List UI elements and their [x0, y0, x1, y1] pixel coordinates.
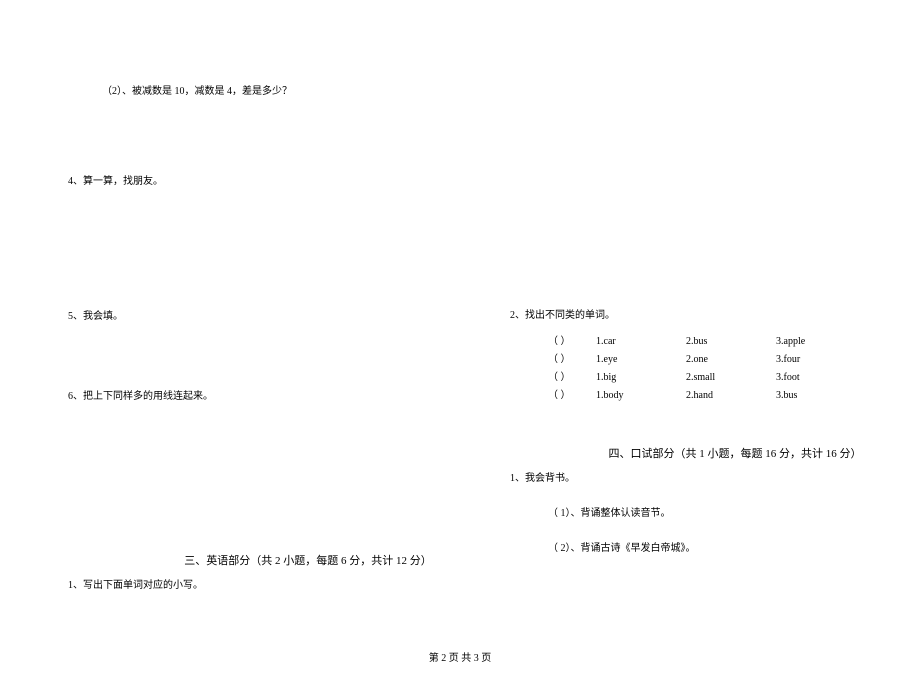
- word-cell: 2.small: [686, 369, 776, 387]
- section-4-q1-sub2: （ 2）、背诵古诗《早发白帝城》。: [548, 539, 910, 554]
- paren-cell: （ ）: [548, 351, 596, 369]
- paren-cell: （ ）: [548, 333, 596, 351]
- word-cell: 2.hand: [686, 387, 776, 405]
- word-cell: 1.eye: [596, 351, 686, 369]
- word-cell: 3.apple: [776, 333, 846, 351]
- paren-cell: （ ）: [548, 387, 596, 405]
- section-4-q1: 1、我会背书。: [510, 469, 910, 484]
- question-sub-2: （2）、被减数是 10，减数是 4，差是多少？: [102, 82, 468, 97]
- word-cell: 1.car: [596, 333, 686, 351]
- word-table: （ ） 1.car 2.bus 3.apple （ ） 1.eye 2.one …: [548, 333, 910, 405]
- section-3-q2: 2、找出不同类的单词。: [510, 306, 910, 321]
- question-5: 5、我会填。: [68, 307, 468, 322]
- section-3-header: 三、英语部分（共 2 小题，每题 6 分，共计 12 分）: [68, 552, 468, 568]
- word-cell: 2.one: [686, 351, 776, 369]
- page-footer: 第 2 页 共 3 页: [0, 649, 920, 664]
- table-row: （ ） 1.car 2.bus 3.apple: [548, 333, 910, 351]
- right-column: 2、找出不同类的单词。 （ ） 1.car 2.bus 3.apple （ ） …: [510, 306, 910, 554]
- question-4: 4、算一算，找朋友。: [68, 172, 468, 187]
- word-cell: 2.bus: [686, 333, 776, 351]
- word-cell: 3.four: [776, 351, 846, 369]
- section-4-header: 四、口试部分（共 1 小题，每题 16 分，共计 16 分）: [510, 445, 910, 461]
- word-cell: 1.big: [596, 369, 686, 387]
- exam-page: （2）、被减数是 10，减数是 4，差是多少？ 4、算一算，找朋友。 5、我会填…: [0, 0, 920, 686]
- section-3-q1: 1、写出下面单词对应的小写。: [68, 576, 468, 591]
- table-row: （ ） 1.big 2.small 3.foot: [548, 369, 910, 387]
- section-4-q1-sub1: （ 1）、背诵整体认读音节。: [548, 504, 910, 519]
- word-cell: 3.foot: [776, 369, 846, 387]
- word-cell: 1.body: [596, 387, 686, 405]
- question-6: 6、把上下同样多的用线连起来。: [68, 387, 468, 402]
- paren-cell: （ ）: [548, 369, 596, 387]
- left-column: （2）、被减数是 10，减数是 4，差是多少？ 4、算一算，找朋友。 5、我会填…: [68, 82, 468, 661]
- table-row: （ ） 1.eye 2.one 3.four: [548, 351, 910, 369]
- word-cell: 3.bus: [776, 387, 846, 405]
- table-row: （ ） 1.body 2.hand 3.bus: [548, 387, 910, 405]
